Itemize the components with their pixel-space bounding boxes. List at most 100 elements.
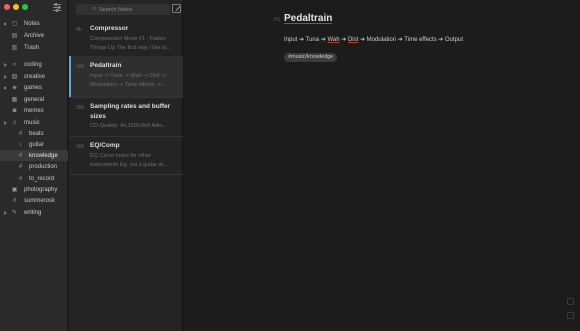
sidebar-item[interactable]: ▨ creative [0, 71, 68, 82]
note-list-item[interactable]: 16h Pedaltrain Input -> Tuna -> Wah -> Dis… [69, 56, 183, 97]
note-body-segment: Input [284, 37, 298, 43]
note-title[interactable]: Pedaltrain [284, 13, 332, 24]
note-list-preview: EQ Carve holes for other instruments Eg.… [90, 153, 168, 168]
note-body-segment: Tuna [305, 37, 320, 43]
sidebar-icon: ◙ [12, 107, 17, 114]
note-body-segment: Dist [347, 37, 359, 43]
sidebar-icon: ▢ [11, 20, 18, 27]
chevron-right-icon[interactable] [4, 85, 7, 90]
sidebar-icon: # [18, 130, 23, 137]
note-body-segment: Modulation [366, 37, 397, 43]
note-body-segment: ➔ [339, 37, 348, 43]
sidebar-icon: # [12, 197, 17, 204]
note-divider [69, 174, 183, 175]
sidebar-item[interactable]: ♫ music [0, 117, 68, 128]
sidebar-icon: ▦ [11, 96, 18, 103]
sidebar-item[interactable]: # beats [0, 128, 68, 139]
sidebar-item[interactable]: ♪ guitar [0, 139, 68, 150]
minimize-window-button[interactable] [13, 4, 19, 10]
sidebar-item-label: creative [24, 73, 46, 80]
sidebar-item[interactable]: # production [0, 161, 68, 172]
export-icon[interactable] [567, 312, 574, 319]
note-list-title: EQ/Comp [90, 142, 120, 149]
sidebar-item[interactable]: ‹› coding [0, 59, 68, 70]
sidebar: ▢ Notes ▤ Archive ▥ Trash ‹› coding ▨ creative ◈ ga… [0, 0, 68, 331]
chevron-right-icon[interactable] [4, 21, 7, 26]
note-body-segment: Output [445, 37, 464, 43]
sidebar-settings-icon[interactable] [53, 3, 61, 12]
sidebar-icon: ▣ [11, 186, 18, 193]
sidebar-item-label: summerosk [24, 197, 56, 204]
info-icon[interactable] [567, 298, 574, 305]
sidebar-item-label: general [24, 96, 45, 103]
chevron-right-icon[interactable] [4, 74, 7, 79]
search-input[interactable] [99, 6, 169, 13]
note-body[interactable]: Input ➔ Tuna ➔ Wah ➔ Dist ➔ Modulation ➔… [284, 36, 463, 43]
sidebar-item[interactable]: ◙ memes [0, 105, 68, 116]
sidebar-icon: ♪ [19, 141, 22, 148]
sidebar-item-label: coding [24, 61, 42, 68]
sidebar-item-label: production [29, 163, 58, 170]
note-body-segment: ➔ [297, 37, 306, 43]
note-timestamp: 16h [76, 105, 85, 111]
sidebar-icon: ◈ [12, 84, 17, 91]
sidebar-item-label: games [24, 84, 43, 91]
note-list-title: Pedaltrain [90, 62, 122, 69]
note-list-item[interactable]: 16h Sampling rates and buffer sizes CD-Qua… [69, 97, 183, 136]
note-tag[interactable]: #music/knowledge [284, 53, 338, 62]
note-list-item[interactable]: 9h Compressor Compression Move #1 - Fatten… [69, 19, 183, 56]
note-list-preview: Input -> Tuna -> Wah -> Dist -> Modulati… [90, 73, 166, 88]
sidebar-icon: # [18, 152, 23, 159]
sidebar-item[interactable]: ▥ Trash [0, 42, 68, 53]
sidebar-item-label: knowledge [29, 152, 58, 159]
chevron-right-icon[interactable] [4, 120, 7, 125]
search-bar[interactable]: ⌕ [76, 4, 170, 15]
sidebar-item-label: writing [24, 209, 42, 216]
note-list-preview: Compression Move #1 - Fatten Things Up T… [90, 36, 172, 51]
note-body-segment: ➔ [358, 37, 367, 43]
note-body-segment: ➔ [436, 37, 446, 43]
chevron-right-icon[interactable] [4, 62, 7, 67]
sidebar-icon: ▥ [11, 44, 18, 51]
sidebar-item-label: photography [24, 186, 58, 193]
sidebar-item-label: memes [24, 107, 44, 114]
sidebar-item-label: guitar [29, 141, 45, 148]
sidebar-item-label: Trash [24, 44, 40, 51]
maximize-window-button[interactable] [22, 4, 28, 10]
window-controls [4, 4, 28, 10]
sidebar-item[interactable]: ▢ Notes [0, 18, 68, 29]
note-body-segment: Time effects [404, 37, 437, 43]
sidebar-icon: ✎ [11, 209, 18, 216]
sidebar-icon: # [18, 163, 23, 170]
sidebar-icon: ‹› [12, 61, 17, 68]
sidebar-item[interactable]: ▦ general [0, 94, 68, 105]
new-note-button[interactable] [172, 4, 181, 13]
sidebar-item[interactable]: # knowledge [0, 150, 68, 161]
note-timestamp: 9h [76, 27, 82, 33]
close-window-button[interactable] [4, 4, 10, 10]
note-list-item[interactable]: 16h EQ/Comp EQ Carve holes for other instr… [69, 136, 183, 174]
note-timestamp: 16h [76, 64, 85, 70]
sidebar-item[interactable]: ▣ photography [0, 184, 68, 195]
chevron-right-icon[interactable] [4, 210, 7, 215]
note-list-title: Compressor [90, 25, 129, 32]
sidebar-item[interactable]: ▤ Archive [0, 30, 68, 41]
note-list-title: Sampling rates and buffer sizes [90, 103, 171, 120]
sidebar-icon: # [18, 175, 23, 182]
sidebar-item-label: music [24, 119, 40, 126]
note-body-segment: Wah [327, 37, 340, 43]
sidebar-item[interactable]: ◈ games [0, 82, 68, 93]
sidebar-item[interactable]: # summerosk [0, 195, 68, 206]
sidebar-icon: ♫ [12, 119, 17, 126]
search-icon: ⌕ [92, 6, 97, 12]
sidebar-item[interactable]: # to_record [0, 173, 68, 184]
sidebar-icon: ▨ [11, 73, 18, 80]
editor[interactable]: H1 Pedaltrain Input ➔ Tuna ➔ Wah ➔ Dist … [184, 0, 580, 331]
sidebar-item[interactable]: ✎ writing [0, 207, 68, 218]
heading-marker: H1 [274, 17, 281, 23]
sidebar-item-label: beats [29, 130, 44, 137]
sidebar-icon: ▤ [11, 32, 18, 39]
note-list-preview: CD-Quality: 44,100/16bit Adio... [90, 123, 168, 129]
note-timestamp: 16h [76, 144, 85, 150]
sidebar-item-label: Notes [24, 20, 40, 27]
